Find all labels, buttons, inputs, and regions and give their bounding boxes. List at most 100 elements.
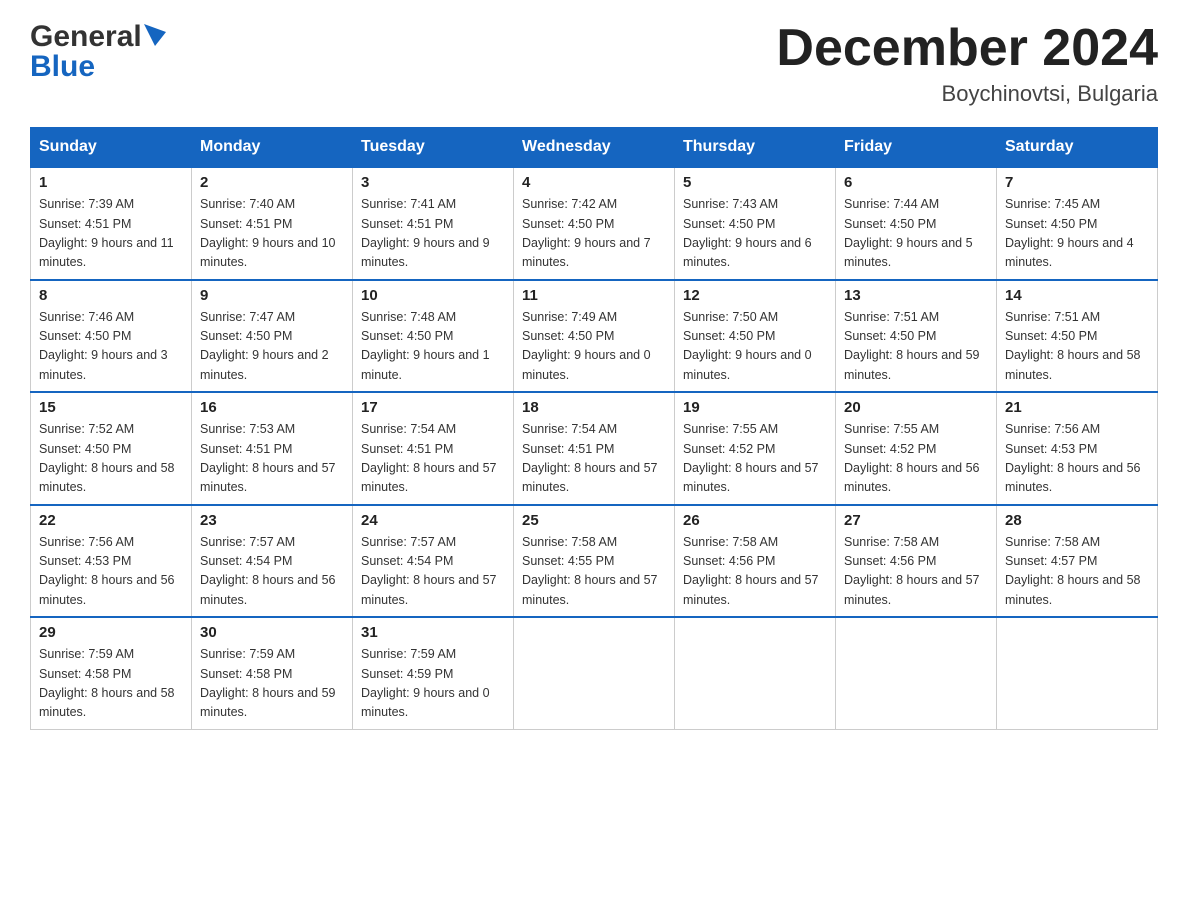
day-info: Sunrise: 7:59 AM Sunset: 4:58 PM Dayligh… (39, 645, 183, 723)
day-info: Sunrise: 7:55 AM Sunset: 4:52 PM Dayligh… (844, 420, 988, 498)
day-info: Sunrise: 7:48 AM Sunset: 4:50 PM Dayligh… (361, 308, 505, 386)
day-cell-16: 16 Sunrise: 7:53 AM Sunset: 4:51 PM Dayl… (192, 392, 353, 505)
day-number: 5 (683, 174, 827, 191)
day-info: Sunrise: 7:58 AM Sunset: 4:55 PM Dayligh… (522, 533, 666, 611)
calendar-table: Sunday Monday Tuesday Wednesday Thursday… (30, 127, 1158, 730)
col-thursday: Thursday (675, 128, 836, 168)
day-cell-22: 22 Sunrise: 7:56 AM Sunset: 4:53 PM Dayl… (31, 505, 192, 618)
day-cell-7: 7 Sunrise: 7:45 AM Sunset: 4:50 PM Dayli… (997, 167, 1158, 280)
day-cell-9: 9 Sunrise: 7:47 AM Sunset: 4:50 PM Dayli… (192, 280, 353, 393)
calendar-week-3: 15 Sunrise: 7:52 AM Sunset: 4:50 PM Dayl… (31, 392, 1158, 505)
day-number: 10 (361, 287, 505, 304)
day-cell-24: 24 Sunrise: 7:57 AM Sunset: 4:54 PM Dayl… (353, 505, 514, 618)
day-cell-17: 17 Sunrise: 7:54 AM Sunset: 4:51 PM Dayl… (353, 392, 514, 505)
day-info: Sunrise: 7:59 AM Sunset: 4:59 PM Dayligh… (361, 645, 505, 723)
day-number: 17 (361, 399, 505, 416)
day-number: 31 (361, 624, 505, 641)
day-info: Sunrise: 7:42 AM Sunset: 4:50 PM Dayligh… (522, 195, 666, 273)
day-info: Sunrise: 7:44 AM Sunset: 4:50 PM Dayligh… (844, 195, 988, 273)
day-number: 14 (1005, 287, 1149, 304)
day-number: 7 (1005, 174, 1149, 191)
day-number: 16 (200, 399, 344, 416)
empty-cell (675, 617, 836, 729)
day-cell-5: 5 Sunrise: 7:43 AM Sunset: 4:50 PM Dayli… (675, 167, 836, 280)
calendar-week-1: 1 Sunrise: 7:39 AM Sunset: 4:51 PM Dayli… (31, 167, 1158, 280)
day-cell-11: 11 Sunrise: 7:49 AM Sunset: 4:50 PM Dayl… (514, 280, 675, 393)
day-info: Sunrise: 7:55 AM Sunset: 4:52 PM Dayligh… (683, 420, 827, 498)
day-number: 2 (200, 174, 344, 191)
day-cell-19: 19 Sunrise: 7:55 AM Sunset: 4:52 PM Dayl… (675, 392, 836, 505)
day-info: Sunrise: 7:49 AM Sunset: 4:50 PM Dayligh… (522, 308, 666, 386)
day-cell-14: 14 Sunrise: 7:51 AM Sunset: 4:50 PM Dayl… (997, 280, 1158, 393)
col-saturday: Saturday (997, 128, 1158, 168)
logo: General Blue (30, 20, 166, 84)
day-info: Sunrise: 7:51 AM Sunset: 4:50 PM Dayligh… (1005, 308, 1149, 386)
day-number: 23 (200, 512, 344, 529)
empty-cell (836, 617, 997, 729)
day-info: Sunrise: 7:59 AM Sunset: 4:58 PM Dayligh… (200, 645, 344, 723)
day-cell-1: 1 Sunrise: 7:39 AM Sunset: 4:51 PM Dayli… (31, 167, 192, 280)
day-number: 21 (1005, 399, 1149, 416)
day-number: 26 (683, 512, 827, 529)
empty-cell (997, 617, 1158, 729)
logo-general-text: General (30, 20, 142, 54)
day-number: 30 (200, 624, 344, 641)
logo-triangle-icon (144, 24, 166, 46)
day-cell-15: 15 Sunrise: 7:52 AM Sunset: 4:50 PM Dayl… (31, 392, 192, 505)
day-cell-23: 23 Sunrise: 7:57 AM Sunset: 4:54 PM Dayl… (192, 505, 353, 618)
day-number: 25 (522, 512, 666, 529)
day-cell-30: 30 Sunrise: 7:59 AM Sunset: 4:58 PM Dayl… (192, 617, 353, 729)
day-number: 13 (844, 287, 988, 304)
empty-cell (514, 617, 675, 729)
day-number: 18 (522, 399, 666, 416)
day-cell-4: 4 Sunrise: 7:42 AM Sunset: 4:50 PM Dayli… (514, 167, 675, 280)
day-info: Sunrise: 7:52 AM Sunset: 4:50 PM Dayligh… (39, 420, 183, 498)
day-number: 8 (39, 287, 183, 304)
day-info: Sunrise: 7:43 AM Sunset: 4:50 PM Dayligh… (683, 195, 827, 273)
day-number: 19 (683, 399, 827, 416)
day-info: Sunrise: 7:57 AM Sunset: 4:54 PM Dayligh… (200, 533, 344, 611)
day-cell-28: 28 Sunrise: 7:58 AM Sunset: 4:57 PM Dayl… (997, 505, 1158, 618)
col-monday: Monday (192, 128, 353, 168)
day-info: Sunrise: 7:47 AM Sunset: 4:50 PM Dayligh… (200, 308, 344, 386)
day-info: Sunrise: 7:54 AM Sunset: 4:51 PM Dayligh… (522, 420, 666, 498)
col-wednesday: Wednesday (514, 128, 675, 168)
day-cell-6: 6 Sunrise: 7:44 AM Sunset: 4:50 PM Dayli… (836, 167, 997, 280)
day-number: 15 (39, 399, 183, 416)
day-cell-26: 26 Sunrise: 7:58 AM Sunset: 4:56 PM Dayl… (675, 505, 836, 618)
day-cell-20: 20 Sunrise: 7:55 AM Sunset: 4:52 PM Dayl… (836, 392, 997, 505)
location: Boychinovtsi, Bulgaria (776, 81, 1158, 107)
day-cell-12: 12 Sunrise: 7:50 AM Sunset: 4:50 PM Dayl… (675, 280, 836, 393)
day-info: Sunrise: 7:56 AM Sunset: 4:53 PM Dayligh… (1005, 420, 1149, 498)
calendar-week-4: 22 Sunrise: 7:56 AM Sunset: 4:53 PM Dayl… (31, 505, 1158, 618)
day-number: 6 (844, 174, 988, 191)
day-info: Sunrise: 7:58 AM Sunset: 4:57 PM Dayligh… (1005, 533, 1149, 611)
col-tuesday: Tuesday (353, 128, 514, 168)
day-info: Sunrise: 7:51 AM Sunset: 4:50 PM Dayligh… (844, 308, 988, 386)
day-cell-31: 31 Sunrise: 7:59 AM Sunset: 4:59 PM Dayl… (353, 617, 514, 729)
day-info: Sunrise: 7:50 AM Sunset: 4:50 PM Dayligh… (683, 308, 827, 386)
day-number: 28 (1005, 512, 1149, 529)
day-info: Sunrise: 7:54 AM Sunset: 4:51 PM Dayligh… (361, 420, 505, 498)
col-friday: Friday (836, 128, 997, 168)
logo-blue-text: Blue (30, 50, 95, 84)
day-cell-29: 29 Sunrise: 7:59 AM Sunset: 4:58 PM Dayl… (31, 617, 192, 729)
title-section: December 2024 Boychinovtsi, Bulgaria (776, 20, 1158, 107)
day-number: 1 (39, 174, 183, 191)
day-info: Sunrise: 7:39 AM Sunset: 4:51 PM Dayligh… (39, 195, 183, 273)
day-info: Sunrise: 7:41 AM Sunset: 4:51 PM Dayligh… (361, 195, 505, 273)
day-cell-25: 25 Sunrise: 7:58 AM Sunset: 4:55 PM Dayl… (514, 505, 675, 618)
day-info: Sunrise: 7:58 AM Sunset: 4:56 PM Dayligh… (683, 533, 827, 611)
day-cell-10: 10 Sunrise: 7:48 AM Sunset: 4:50 PM Dayl… (353, 280, 514, 393)
day-info: Sunrise: 7:46 AM Sunset: 4:50 PM Dayligh… (39, 308, 183, 386)
day-cell-21: 21 Sunrise: 7:56 AM Sunset: 4:53 PM Dayl… (997, 392, 1158, 505)
day-number: 4 (522, 174, 666, 191)
page-header: General Blue December 2024 Boychinovtsi,… (30, 20, 1158, 107)
day-number: 11 (522, 287, 666, 304)
day-number: 12 (683, 287, 827, 304)
day-number: 9 (200, 287, 344, 304)
col-sunday: Sunday (31, 128, 192, 168)
day-info: Sunrise: 7:57 AM Sunset: 4:54 PM Dayligh… (361, 533, 505, 611)
calendar-header-row: Sunday Monday Tuesday Wednesday Thursday… (31, 128, 1158, 168)
day-number: 22 (39, 512, 183, 529)
